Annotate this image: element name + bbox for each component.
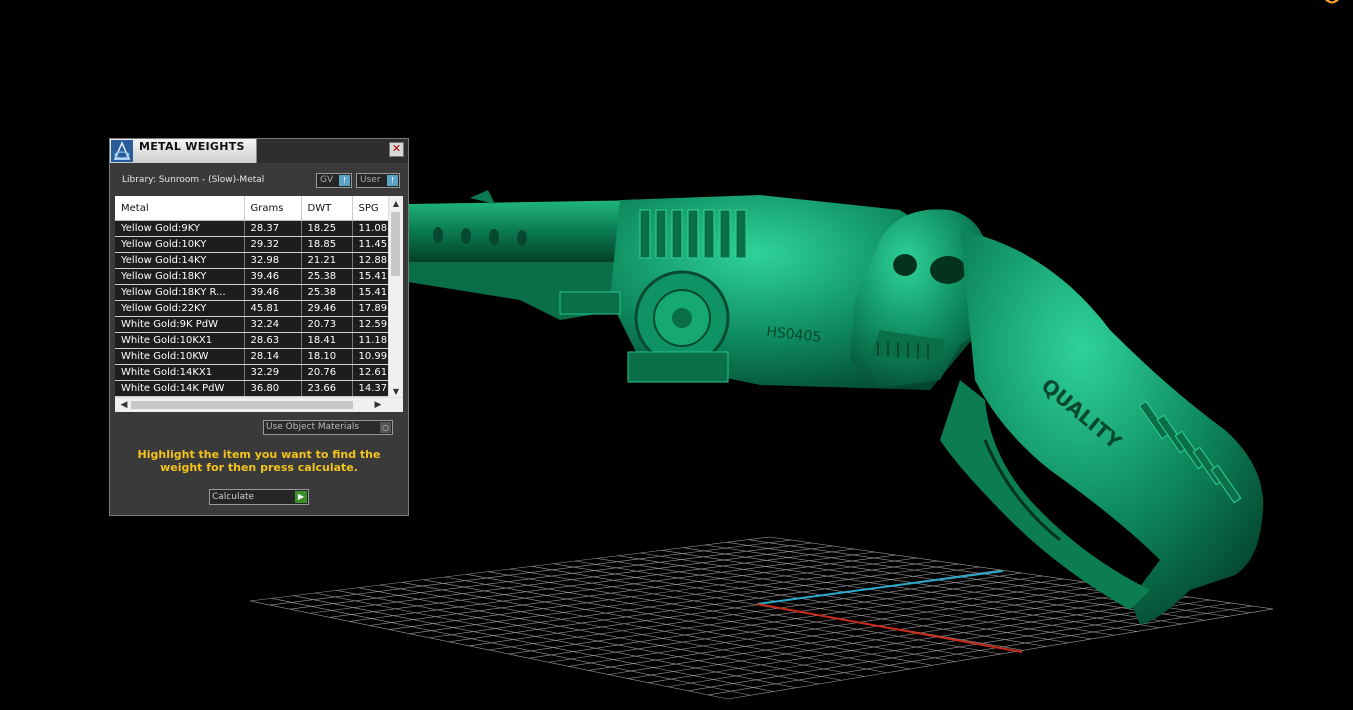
cell-grams: 32.98 [244,252,302,269]
axis-y [756,570,1004,605]
table-row[interactable]: Yellow Gold:9KY 28.37 18.25 11.08 [115,220,403,237]
library-label: Library: Sunroom - (Slow)-Metal [122,175,265,185]
column-header[interactable]: DWT [301,196,353,221]
cell-metal: White Gold:14KX1 [115,364,245,381]
cell-grams: 28.14 [244,348,302,365]
table-row[interactable]: Yellow Gold:22KY 45.81 29.46 17.89 [115,300,403,317]
cell-metal: Yellow Gold:9KY [115,220,245,237]
cell-metal: White Gold:10KX1 [115,332,245,349]
horizontal-scrollbar[interactable]: ◀ ▶ [115,397,403,412]
metal-weights-panel: METAL WEIGHTS ✕ Library: Sunroom - (Slow… [109,138,409,516]
title-tab: METAL WEIGHTS [110,139,257,163]
calculate-button[interactable]: Calculate ▶ [209,489,309,505]
use-object-materials-toggle[interactable]: Use Object Materials ○ [263,420,393,435]
cell-grams: 29.32 [244,236,302,253]
table-row[interactable]: Yellow Gold:18KY R... 39.46 25.38 15.41 [115,284,403,301]
cell-dwt: 29.46 [301,300,353,317]
scroll-up-icon[interactable]: ▲ [389,198,403,210]
metal-table: Metal Grams DWT SPG Yellow Gold:9KY 28.37… [115,196,403,397]
gv-label: GV [320,175,334,185]
cell-metal: White Gold:9K PdW [115,316,245,333]
cell-grams: 28.63 [244,332,302,349]
floor-grid [249,536,1274,700]
use-object-materials-label: Use Object Materials [266,422,360,432]
cell-grams: 39.46 [244,268,302,285]
instruction-text: Highlight the item you want to find the … [137,448,381,474]
table-header-row: Metal Grams DWT SPG [115,196,403,221]
cell-dwt: 18.25 [301,220,353,237]
cell-metal: Yellow Gold:14KY [115,252,245,269]
table-row[interactable]: Yellow Gold:10KY 29.32 18.85 11.45 [115,236,403,253]
play-icon: ▶ [295,491,307,503]
table-row[interactable]: White Gold:10KX1 28.63 18.41 11.18 [115,332,403,349]
toggle-icon: ! [339,175,350,186]
panel-titlebar[interactable]: METAL WEIGHTS ✕ [110,139,408,163]
toggle-icon: ! [387,175,398,186]
table-row[interactable]: Yellow Gold:14KY 32.98 21.21 12.88 [115,252,403,269]
cell-grams: 45.81 [244,300,302,317]
cell-grams: 39.46 [244,284,302,301]
cell-dwt: 20.73 [301,316,353,333]
gun-model[interactable]: HS0405 QUALITY [408,190,1264,625]
calculate-label: Calculate [212,492,255,502]
gv-toggle-button[interactable]: GV ! [316,173,352,188]
cell-grams: 32.24 [244,316,302,333]
cell-metal: Yellow Gold:10KY [115,236,245,253]
cell-dwt: 20.76 [301,364,353,381]
cell-dwt: 23.66 [301,380,353,397]
horizontal-scroll-thumb[interactable] [131,401,353,409]
scroll-right-icon[interactable]: ▶ [371,398,385,412]
cell-dwt: 21.21 [301,252,353,269]
cell-metal: White Gold:10KW [115,348,245,365]
vertical-scrollbar[interactable]: ▲ ▼ [388,196,403,398]
scroll-left-icon[interactable]: ◀ [117,398,131,412]
table-row[interactable]: White Gold:14KX1 32.29 20.76 12.61 [115,364,403,381]
app-logo-icon [111,140,133,162]
table-row[interactable]: White Gold:14K PdW 36.80 23.66 14.37 [115,380,403,397]
radio-dot-icon: ○ [380,422,391,433]
cell-dwt: 25.38 [301,284,353,301]
cell-dwt: 18.10 [301,348,353,365]
cell-grams: 36.80 [244,380,302,397]
user-toggle-button[interactable]: User ! [356,173,400,188]
cell-metal: White Gold:14K PdW [115,380,245,397]
cell-metal: Yellow Gold:18KY [115,268,245,285]
cell-dwt: 18.85 [301,236,353,253]
table-row[interactable]: Yellow Gold:18KY 39.46 25.38 15.41 [115,268,403,285]
table-row[interactable]: White Gold:10KW 28.14 18.10 10.99 [115,348,403,365]
table-row[interactable]: White Gold:9K PdW 32.24 20.73 12.59 [115,316,403,333]
close-icon[interactable]: ✕ [389,142,404,157]
user-label: User [360,175,381,185]
panel-title: METAL WEIGHTS [139,140,245,153]
cell-metal: Yellow Gold:22KY [115,300,245,317]
metal-weights-grid[interactable]: Metal Grams DWT SPG Yellow Gold:9KY 28.37… [115,196,403,412]
column-header[interactable]: Grams [244,196,302,221]
cell-grams: 28.37 [244,220,302,237]
vertical-scroll-thumb[interactable] [391,212,400,276]
cell-metal: Yellow Gold:18KY R... [115,284,245,301]
cell-grams: 32.29 [244,364,302,381]
column-header[interactable]: Metal [115,196,245,221]
corner-mark-icon [1325,0,1339,4]
cell-dwt: 18.41 [301,332,353,349]
cell-dwt: 25.38 [301,268,353,285]
